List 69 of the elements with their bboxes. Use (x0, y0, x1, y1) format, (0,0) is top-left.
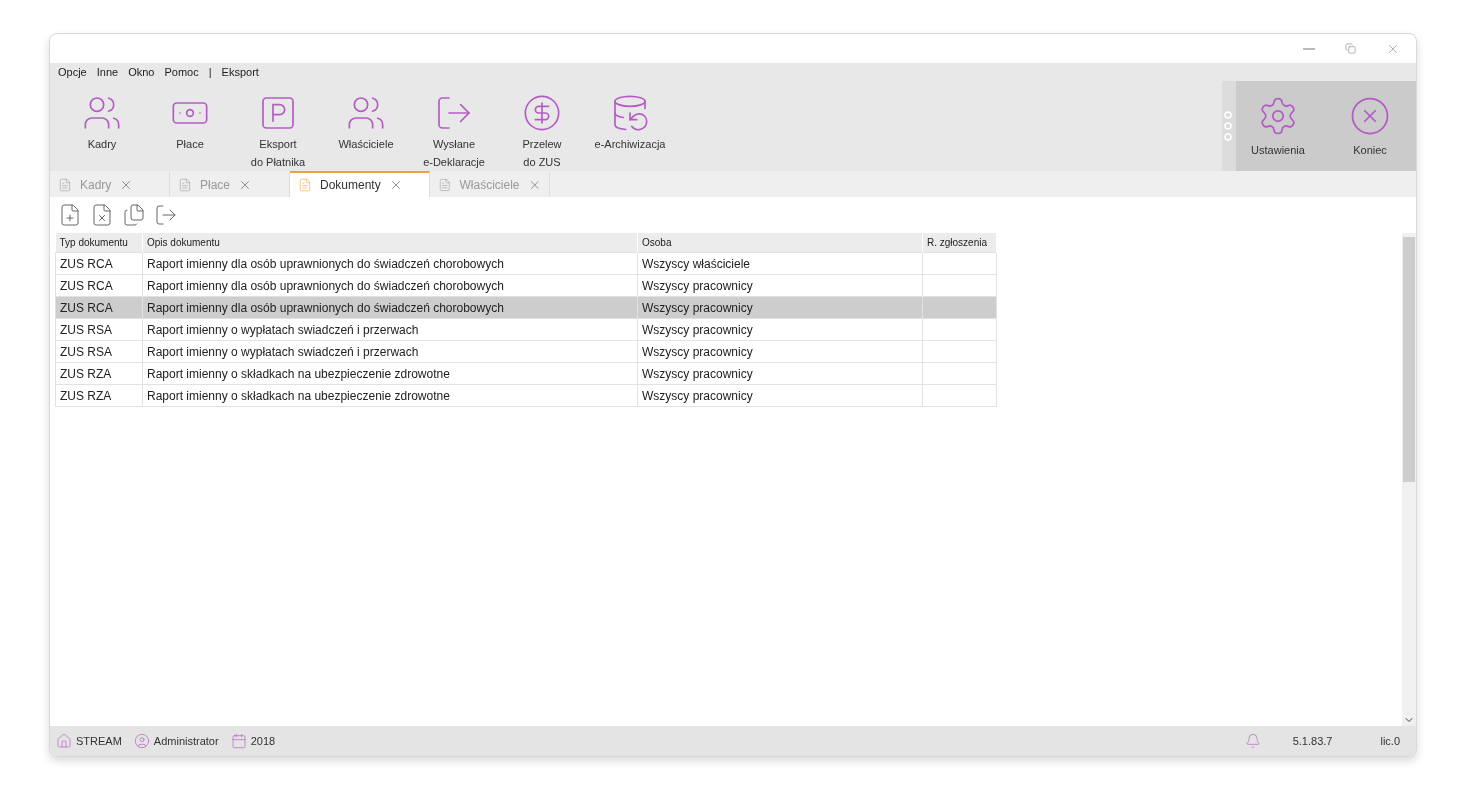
document-icon (298, 178, 312, 192)
table-cell: Raport imienny o składkach na ubezpieczenie zdrowotne (142, 362, 638, 385)
table-cell: Wszyscy pracownicy (637, 384, 923, 407)
calendar-icon (230, 733, 247, 749)
ribbon-button[interactable]: e-Archiwizacja (586, 81, 674, 171)
license: lic.0 (1380, 735, 1400, 747)
minimize-button[interactable] (1303, 47, 1315, 50)
document-icon (178, 178, 192, 192)
menu-item[interactable]: Pomoc (164, 66, 199, 78)
document-icon (58, 178, 72, 192)
files-icon (122, 203, 146, 227)
column-header[interactable]: Osoba (637, 233, 923, 253)
ribbon-button[interactable]: Koniec (1324, 81, 1416, 171)
export-button[interactable] (154, 203, 178, 227)
table-cell: ZUS RCA (55, 252, 143, 275)
add-document-button[interactable] (58, 203, 82, 227)
ribbon-button[interactable]: Kadry (58, 81, 146, 171)
table-cell: ZUS RSA (55, 318, 143, 341)
restore-button[interactable] (1345, 43, 1356, 54)
menu-item[interactable]: Okno (128, 66, 155, 78)
ribbon-button[interactable]: Ustawienia (1232, 81, 1324, 171)
delete-document-button[interactable] (90, 203, 114, 227)
home-icon (56, 733, 72, 749)
file-x-icon (90, 203, 114, 227)
year: 2018 (250, 735, 276, 747)
document-icon (438, 178, 452, 192)
table-cell: Wszyscy pracownicy (637, 318, 923, 341)
table-cell: Raport imienny o wypłatach swiadczeń i przerwach (142, 340, 638, 363)
table-cell: ZUS RZA (55, 362, 143, 385)
menu-item[interactable]: Eksport (221, 66, 259, 78)
scrollbar[interactable] (1402, 233, 1416, 726)
table-cell: Raport imienny dla osób uprawnionych do świadczeń chorobowych (142, 296, 638, 319)
table-cell: Raport imienny o składkach na ubezpieczenie zdrowotne (142, 384, 638, 407)
minimize-icon (1303, 47, 1315, 50)
ribbon-button[interactable]: Płace (146, 81, 234, 171)
ribbon-button[interactable]: Eksport do Płatnika (234, 81, 322, 171)
table-cell: Wszyscy właściciele (637, 252, 923, 275)
table-cell: ZUS RCA (55, 274, 143, 297)
user-name: Administrator (153, 735, 219, 747)
table-cell: ZUS RZA (55, 384, 143, 407)
grip-dots-icon[interactable] (1224, 111, 1232, 141)
table-cell: Wszyscy pracownicy (637, 340, 923, 363)
table-cell: Wszyscy pracownicy (637, 274, 923, 297)
documents-button[interactable] (122, 203, 146, 227)
menu-item[interactable]: Inne (96, 66, 119, 78)
table-cell: Wszyscy pracownicy (637, 362, 923, 385)
bell-icon[interactable] (1244, 733, 1261, 749)
table-cell: Raport imienny dla osób uprawnionych do świadczeń chorobowych (142, 252, 638, 275)
ribbon-button[interactable]: Wysłane e-Deklaracje (410, 81, 498, 171)
table-cell: ZUS RCA (55, 296, 143, 319)
column-header[interactable]: R. zgłoszenia (922, 233, 997, 253)
table-cell: Wszyscy pracownicy (637, 296, 923, 319)
menu-item[interactable]: | (208, 66, 212, 78)
restore-icon (1345, 43, 1356, 54)
ribbon-button[interactable]: Przelew do ZUS (498, 81, 586, 171)
table-cell: Raport imienny o wypłatach swiadczeń i przerwach (142, 318, 638, 341)
tab[interactable]: Dokumenty (290, 171, 430, 197)
column-header[interactable]: Typ dokumentu (55, 233, 143, 253)
close-icon (1349, 95, 1391, 137)
column-header[interactable]: Opis dokumentu (142, 233, 638, 253)
dollar-icon (522, 93, 562, 133)
version: 5.1.83.7 (1292, 735, 1333, 747)
menu-item[interactable]: Opcje (58, 66, 87, 78)
table-cell: Raport imienny dla osób uprawnionych do świadczeń chorobowych (142, 274, 638, 297)
file-plus-icon (58, 203, 82, 227)
company-name: STREAM (76, 735, 122, 747)
user-icon (133, 733, 150, 749)
table-cell: ZUS RSA (55, 340, 143, 363)
ribbon-button[interactable]: Właściciele (322, 81, 410, 171)
